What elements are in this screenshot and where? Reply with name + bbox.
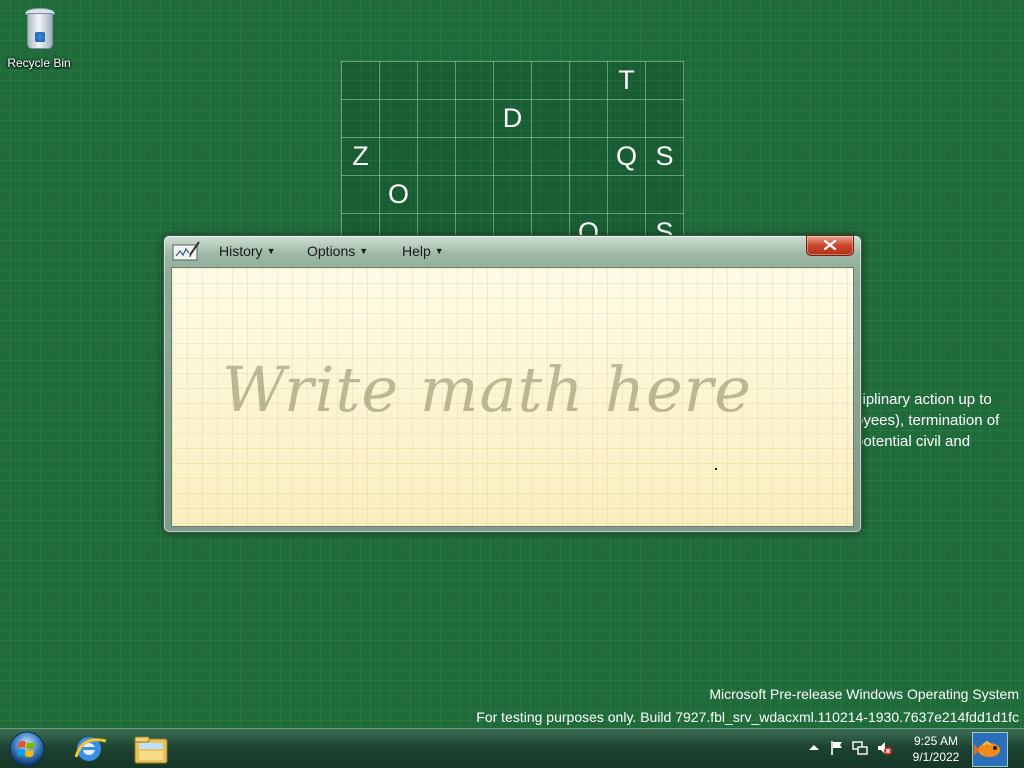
- letter-grid-cell: D: [493, 99, 532, 138]
- letter-grid-cell: [569, 61, 608, 100]
- show-hidden-icons-arrow[interactable]: [806, 740, 822, 756]
- letter-grid-cell: [455, 61, 494, 100]
- letter-grid-cell: Q: [607, 137, 646, 176]
- watermark-line: Microsoft Pre-release Windows Operating …: [709, 686, 1019, 702]
- letter-grid-cell: [493, 175, 532, 214]
- letter-grid-cell: [455, 137, 494, 176]
- letter-grid-cell: [379, 137, 418, 176]
- chevron-down-icon: ▼: [266, 246, 276, 256]
- pen-cursor: [715, 468, 717, 470]
- letter-grid-cell: [607, 175, 646, 214]
- policy-line: oyees), termination of: [855, 412, 1000, 429]
- letter-grid-cell: [569, 99, 608, 138]
- show-desktop-button[interactable]: [972, 732, 1008, 767]
- internet-explorer-button[interactable]: [62, 731, 116, 767]
- desktop-preview-icon: [973, 733, 1007, 766]
- chevron-down-icon: ▼: [434, 246, 444, 256]
- volume-muted-icon[interactable]: [876, 740, 892, 756]
- letter-grid-cell: [645, 99, 684, 138]
- letter-grid-cell: [341, 175, 380, 214]
- letter-grid-cell: [417, 99, 456, 138]
- recycle-bin-icon: [22, 6, 56, 50]
- letter-grid-cell: O: [379, 175, 418, 214]
- letter-grid-cell: [379, 61, 418, 100]
- letter-grid-cell: [531, 99, 570, 138]
- letter-grid-cell: [645, 61, 684, 100]
- letter-grid-cell: [569, 137, 608, 176]
- desktop: Recycle Bin TDZQSOOS ciplinary action up…: [0, 0, 1024, 768]
- letter-grid-cell: [417, 175, 456, 214]
- letter-grid-cell: [493, 137, 532, 176]
- letter-grid-cell: T: [607, 61, 646, 100]
- clock-date: 9/1/2022: [912, 750, 960, 764]
- taskbar: 9:25 AM 9/1/2022: [0, 728, 1024, 768]
- letter-grid-cell: [417, 61, 456, 100]
- letter-grid-cell: [417, 137, 456, 176]
- windows-orb-icon: [9, 731, 45, 767]
- letter-grid-row: T: [341, 61, 684, 100]
- letter-grid-cell: [455, 175, 494, 214]
- math-input-panel-window[interactable]: History ▼ Options ▼ Help ▼ Write math here: [163, 235, 862, 533]
- clock-time: 9:25 AM: [913, 734, 959, 748]
- letter-grid-cell: [455, 99, 494, 138]
- letter-grid-cell: [531, 175, 570, 214]
- chevron-down-icon: ▼: [359, 246, 369, 256]
- letter-grid-cell: [493, 61, 532, 100]
- network-icon[interactable]: [852, 740, 868, 756]
- letter-grid-cell: [341, 99, 380, 138]
- history-menu-label: History: [219, 243, 263, 259]
- policy-text: ciplinary action up to oyees), terminati…: [855, 389, 1023, 452]
- history-menu[interactable]: History ▼: [219, 243, 275, 259]
- letter-grid-cell: [569, 175, 608, 214]
- write-math-hint: Write math here: [222, 353, 752, 426]
- recycle-bin[interactable]: Recycle Bin: [4, 6, 74, 70]
- close-icon: [823, 240, 837, 250]
- system-clock[interactable]: 9:25 AM 9/1/2022: [904, 733, 968, 765]
- windows-explorer-icon: [134, 736, 168, 764]
- letter-grid-row: O: [341, 175, 684, 214]
- letter-grid-row: Z QS: [341, 137, 684, 176]
- action-center-flag-icon[interactable]: [829, 740, 845, 756]
- help-menu-label: Help: [402, 243, 431, 259]
- start-button[interactable]: [6, 730, 48, 768]
- letter-grid-cell: [607, 99, 646, 138]
- letter-grid-cell: S: [645, 137, 684, 176]
- policy-line: potential civil and: [855, 433, 971, 450]
- options-menu-label: Options: [307, 243, 356, 259]
- options-menu[interactable]: Options ▼: [307, 243, 368, 259]
- letter-grid-cell: [531, 61, 570, 100]
- build-watermark: Microsoft Pre-release Windows Operating …: [476, 683, 1019, 729]
- letter-grid-cell: [341, 61, 380, 100]
- letter-grid-cell: [379, 99, 418, 138]
- writing-area[interactable]: Write math here: [171, 267, 854, 527]
- letter-grid: TDZQSOOS: [341, 61, 684, 252]
- letter-grid-cell: [645, 175, 684, 214]
- windows-explorer-button[interactable]: [124, 731, 178, 767]
- internet-explorer-icon: [74, 737, 107, 761]
- policy-line: ciplinary action up to: [855, 391, 992, 408]
- letter-grid-cell: [531, 137, 570, 176]
- recycle-bin-label: Recycle Bin: [7, 56, 71, 70]
- letter-grid-row: D: [341, 99, 684, 138]
- math-input-panel-icon[interactable]: [172, 241, 200, 261]
- help-menu[interactable]: Help ▼: [402, 243, 444, 259]
- letter-grid-cell: Z: [341, 137, 380, 176]
- close-button[interactable]: [806, 235, 854, 256]
- watermark-line: For testing purposes only. Build 7927.fb…: [476, 709, 1019, 725]
